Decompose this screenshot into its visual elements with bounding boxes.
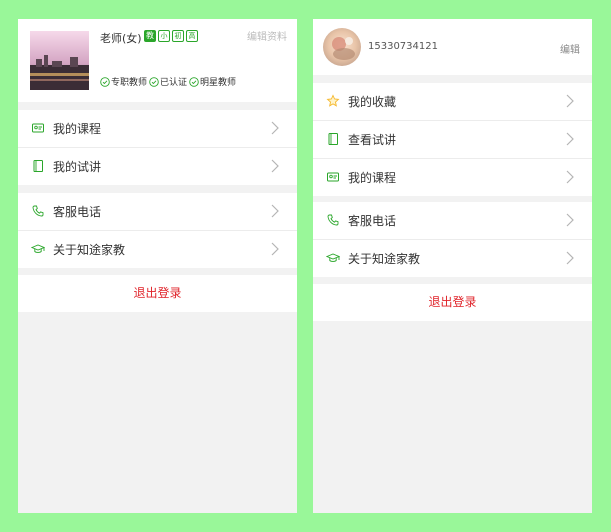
phone-icon xyxy=(32,205,44,217)
badge-senior: 高 xyxy=(186,30,198,42)
badge-primary: 小 xyxy=(158,30,170,42)
menu-item-my-trial-lectures[interactable]: 我的试讲 xyxy=(18,148,297,185)
menu-label: 我的试讲 xyxy=(53,160,102,174)
check-circle-icon xyxy=(149,76,159,87)
tag-star-teacher: 明星教师 xyxy=(189,75,236,88)
chevron-right-icon xyxy=(271,204,279,218)
menu-label: 我的课程 xyxy=(348,171,397,185)
menu-label: 我的课程 xyxy=(53,122,102,136)
qualification-badges: 教 小 初 高 xyxy=(144,30,198,42)
edit-profile-link[interactable]: 编辑 xyxy=(560,41,580,56)
profile-header: 15330734121 编辑 xyxy=(313,19,592,75)
tag-verified: 已认证 xyxy=(149,75,187,88)
phone-number: 15330734121 xyxy=(368,41,438,52)
logout-button[interactable]: 退出登录 xyxy=(18,275,297,312)
star-icon xyxy=(326,94,340,107)
chevron-right-icon xyxy=(271,242,279,256)
chevron-right-icon xyxy=(566,94,574,108)
menu-label: 我的收藏 xyxy=(348,95,397,109)
menu-label: 关于知途家教 xyxy=(53,243,126,257)
avatar[interactable] xyxy=(30,31,89,90)
profile-screen-user: 15330734121 编辑 我的收藏 查看试讲 我的课程 客服电话 关于知途家… xyxy=(313,19,592,513)
chevron-right-icon xyxy=(566,170,574,184)
verification-tags: 专职教师 已认证 明星教师 xyxy=(100,75,236,88)
phone-icon xyxy=(327,214,339,226)
course-icon xyxy=(32,123,44,133)
badge-junior: 初 xyxy=(172,30,184,42)
menu-item-my-favorites[interactable]: 我的收藏 xyxy=(313,83,592,120)
profile-header: 老师(女) 教 小 初 高 编辑资料 专职教师 已认证 明星教师 xyxy=(18,19,297,102)
notebook-icon xyxy=(33,160,43,172)
menu-label: 客服电话 xyxy=(53,205,102,219)
chevron-right-icon xyxy=(566,132,574,146)
logout-button[interactable]: 退出登录 xyxy=(313,284,592,321)
edit-profile-link[interactable]: 编辑资料 xyxy=(247,28,287,43)
graduation-cap-icon xyxy=(31,244,45,253)
menu-label: 客服电话 xyxy=(348,214,397,228)
graduation-cap-icon xyxy=(326,253,340,262)
badge-teacher: 教 xyxy=(144,30,156,42)
check-circle-icon xyxy=(189,76,199,87)
check-circle-icon xyxy=(100,76,110,87)
menu-label: 关于知途家教 xyxy=(348,252,421,266)
chevron-right-icon xyxy=(271,121,279,135)
chevron-right-icon xyxy=(566,213,574,227)
menu-item-my-courses[interactable]: 我的课程 xyxy=(313,159,592,196)
course-icon xyxy=(327,172,339,182)
notebook-icon xyxy=(328,133,338,145)
chevron-right-icon xyxy=(566,251,574,265)
menu-item-my-courses[interactable]: 我的课程 xyxy=(18,110,297,147)
chevron-right-icon xyxy=(271,159,279,173)
teacher-name: 老师(女) xyxy=(100,32,142,45)
menu-item-about[interactable]: 关于知途家教 xyxy=(18,231,297,268)
avatar[interactable] xyxy=(323,28,361,66)
tag-fulltime: 专职教师 xyxy=(100,75,147,88)
menu-item-customer-service[interactable]: 客服电话 xyxy=(313,202,592,239)
menu-item-customer-service[interactable]: 客服电话 xyxy=(18,193,297,230)
menu-label: 查看试讲 xyxy=(348,133,397,147)
menu-item-view-trial-lectures[interactable]: 查看试讲 xyxy=(313,121,592,158)
menu-item-about[interactable]: 关于知途家教 xyxy=(313,240,592,277)
profile-screen-teacher: 老师(女) 教 小 初 高 编辑资料 专职教师 已认证 明星教师 我的课程 我的… xyxy=(18,19,297,513)
